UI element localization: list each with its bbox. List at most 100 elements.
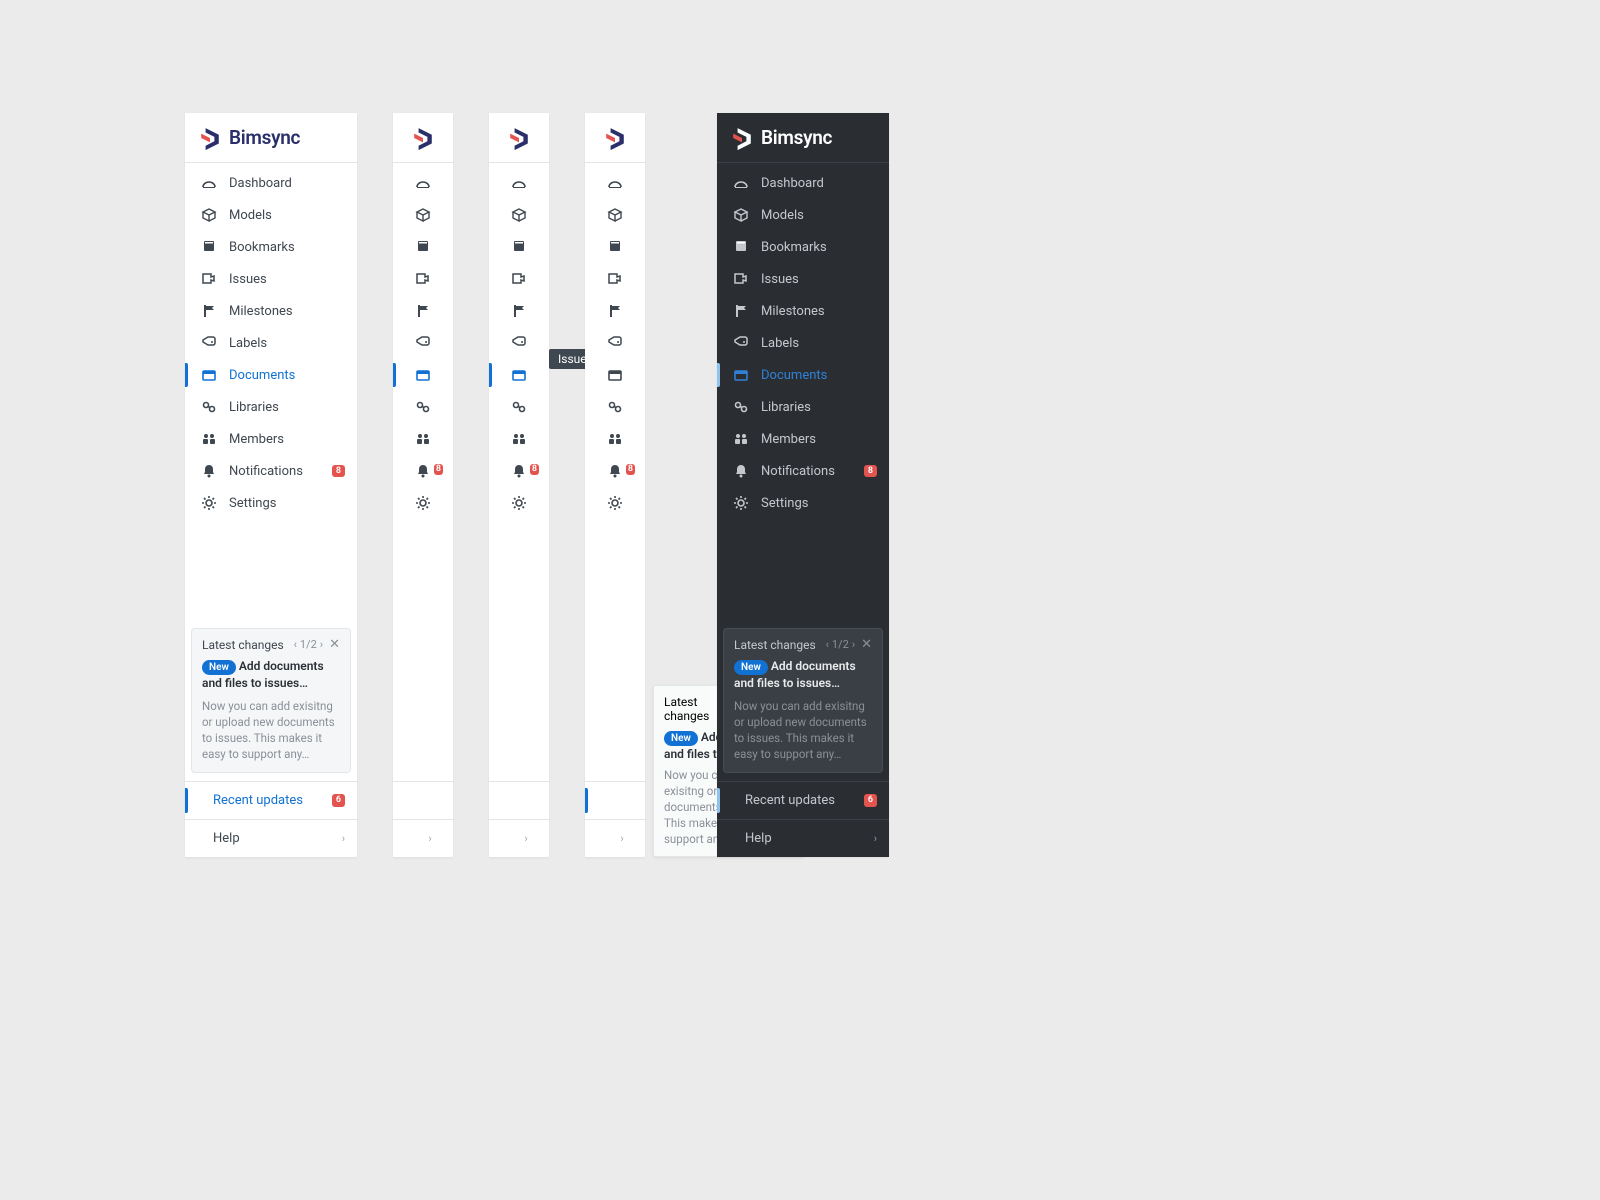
recent-badge: 6 bbox=[864, 794, 877, 807]
recent-badge: 6 bbox=[332, 794, 345, 807]
notifications-badge: 8 bbox=[530, 464, 539, 475]
nav-labels[interactable]: Labels bbox=[717, 327, 889, 359]
card-close-icon[interactable]: ✕ bbox=[861, 637, 872, 652]
nav-labels[interactable] bbox=[489, 327, 549, 359]
dashboard-icon bbox=[733, 175, 749, 191]
labels-icon bbox=[511, 335, 527, 351]
card-close-icon[interactable]: ✕ bbox=[329, 637, 340, 652]
chevron-right-icon: › bbox=[428, 832, 431, 845]
brand[interactable] bbox=[585, 113, 645, 163]
nav-dashboard[interactable]: Dashboard bbox=[717, 167, 889, 199]
nav-documents[interactable]: Documents bbox=[717, 359, 889, 391]
nav-notifications[interactable]: 8 bbox=[393, 455, 453, 487]
nav: Dashboard Models Bookmarks Issues Milest… bbox=[185, 163, 357, 519]
footer-recent-updates[interactable]: Recent updates 6 bbox=[185, 781, 357, 819]
nav-settings[interactable] bbox=[393, 487, 453, 519]
footer-recent-updates[interactable] bbox=[489, 781, 549, 819]
nav-documents[interactable] bbox=[585, 359, 645, 391]
nav-notifications[interactable]: Notifications8 bbox=[185, 455, 357, 487]
nav-dashboard[interactable] bbox=[489, 167, 549, 199]
nav-models[interactable]: Models bbox=[185, 199, 357, 231]
libraries-icon bbox=[511, 399, 527, 415]
nav-dashboard[interactable] bbox=[393, 167, 453, 199]
nav-milestones[interactable]: Milestones bbox=[185, 295, 357, 327]
nav-milestones[interactable] bbox=[393, 295, 453, 327]
models-icon bbox=[511, 207, 527, 223]
nav-milestones[interactable]: Milestones bbox=[717, 295, 889, 327]
footer-help[interactable]: › bbox=[393, 819, 453, 857]
sidebar-light-collapsed: 8 › bbox=[393, 113, 453, 857]
footer-recent-updates[interactable] bbox=[585, 781, 645, 819]
card-pager[interactable]: ‹ 1/2 › bbox=[294, 638, 324, 651]
nav-settings[interactable] bbox=[489, 487, 549, 519]
nav-libraries[interactable] bbox=[393, 391, 453, 423]
nav-notifications[interactable]: Notifications8 bbox=[717, 455, 889, 487]
nav-libraries[interactable]: Libraries bbox=[185, 391, 357, 423]
pager-prev-icon[interactable]: ‹ bbox=[294, 638, 297, 651]
nav-libraries[interactable]: Libraries bbox=[717, 391, 889, 423]
nav-members[interactable] bbox=[585, 423, 645, 455]
nav-milestones[interactable] bbox=[585, 295, 645, 327]
nav-labels[interactable] bbox=[585, 327, 645, 359]
brand[interactable]: Bimsync bbox=[185, 113, 357, 163]
nav-bookmarks[interactable] bbox=[585, 231, 645, 263]
nav-members[interactable]: Members bbox=[717, 423, 889, 455]
nav-models[interactable] bbox=[393, 199, 453, 231]
nav-bookmarks[interactable] bbox=[393, 231, 453, 263]
nav-models[interactable]: Models bbox=[717, 199, 889, 231]
nav-documents[interactable] bbox=[489, 359, 549, 391]
nav-dashboard[interactable] bbox=[585, 167, 645, 199]
logo-icon bbox=[731, 127, 753, 149]
nav-settings[interactable] bbox=[585, 487, 645, 519]
nav-bookmarks[interactable]: Bookmarks bbox=[717, 231, 889, 263]
nav-settings[interactable]: Settings bbox=[717, 487, 889, 519]
footer-help[interactable]: › bbox=[585, 819, 645, 857]
nav-members[interactable] bbox=[489, 423, 549, 455]
footer-help[interactable]: Help › bbox=[717, 819, 889, 857]
brand[interactable]: Bimsync bbox=[717, 113, 889, 163]
nav-labels[interactable]: Labels bbox=[185, 327, 357, 359]
nav-libraries[interactable] bbox=[585, 391, 645, 423]
settings-icon bbox=[733, 495, 749, 511]
notifications-badge: 8 bbox=[626, 464, 635, 475]
nav-settings[interactable]: Settings bbox=[185, 487, 357, 519]
milestones-icon bbox=[415, 303, 431, 319]
nav-labels[interactable] bbox=[393, 327, 453, 359]
nav-milestones[interactable] bbox=[489, 295, 549, 327]
nav-documents[interactable] bbox=[393, 359, 453, 391]
logo-icon bbox=[412, 127, 434, 149]
models-icon bbox=[607, 207, 623, 223]
nav-issues[interactable]: Issues bbox=[185, 263, 357, 295]
notifications-icon bbox=[201, 463, 217, 479]
nav-models[interactable] bbox=[489, 199, 549, 231]
nav-members[interactable]: Members bbox=[185, 423, 357, 455]
nav-bookmarks[interactable] bbox=[489, 231, 549, 263]
nav-issues[interactable] bbox=[489, 263, 549, 295]
settings-icon bbox=[607, 495, 623, 511]
footer-help[interactable]: Help › bbox=[185, 819, 357, 857]
nav-issues[interactable] bbox=[585, 263, 645, 295]
nav-libraries[interactable] bbox=[489, 391, 549, 423]
nav-notifications[interactable]: 8 bbox=[489, 455, 549, 487]
nav-issues[interactable]: Issues bbox=[717, 263, 889, 295]
brand[interactable] bbox=[489, 113, 549, 163]
logo-icon bbox=[604, 127, 626, 149]
nav-issues[interactable] bbox=[393, 263, 453, 295]
nav-documents[interactable]: Documents bbox=[185, 359, 357, 391]
pager-next-icon[interactable]: › bbox=[852, 638, 855, 651]
nav-bookmarks[interactable]: Bookmarks bbox=[185, 231, 357, 263]
card-pager[interactable]: ‹ 1/2 › bbox=[826, 638, 856, 651]
pager-next-icon[interactable]: › bbox=[320, 638, 323, 651]
footer-recent-updates[interactable]: Recent updates 6 bbox=[717, 781, 889, 819]
nav-notifications[interactable]: 8 bbox=[585, 455, 645, 487]
nav-models[interactable] bbox=[585, 199, 645, 231]
pager-page: 1/2 bbox=[832, 638, 849, 651]
brand[interactable] bbox=[393, 113, 453, 163]
footer-recent-updates[interactable] bbox=[393, 781, 453, 819]
nav-members[interactable] bbox=[393, 423, 453, 455]
nav-dashboard[interactable]: Dashboard bbox=[185, 167, 357, 199]
footer-help[interactable]: › bbox=[489, 819, 549, 857]
pager-prev-icon[interactable]: ‹ bbox=[826, 638, 829, 651]
issues-icon bbox=[415, 271, 431, 287]
documents-icon bbox=[201, 367, 217, 383]
